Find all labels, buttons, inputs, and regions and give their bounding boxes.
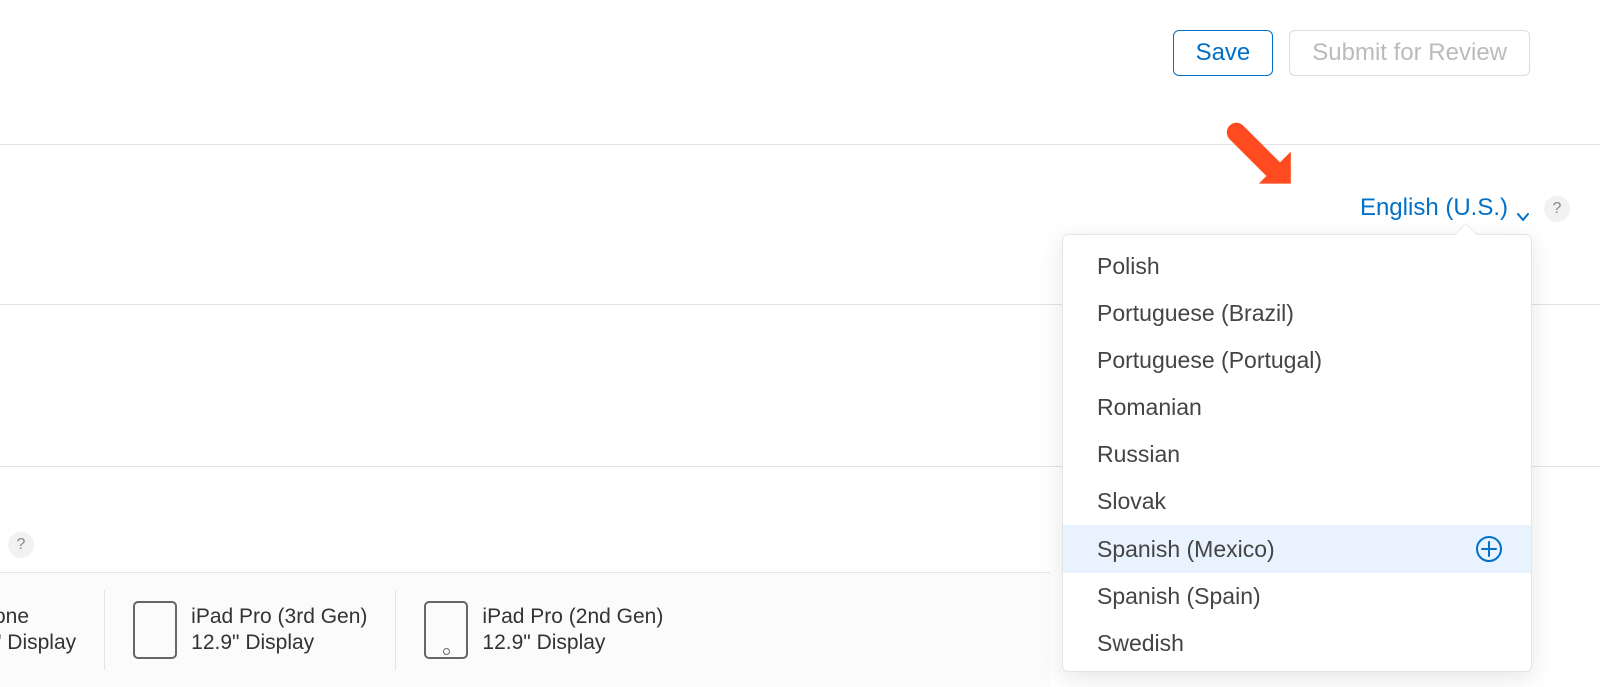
language-menu-item[interactable]: Spanish (Spain) (1063, 573, 1531, 620)
language-menu-item-label: Spanish (Spain) (1097, 583, 1261, 610)
device-tab[interactable]: iPad Pro (3rd Gen)12.9" Display (104, 590, 395, 670)
language-menu-item[interactable]: Spanish (Mexico) (1063, 525, 1531, 573)
annotation-arrow-icon (1222, 118, 1302, 198)
device-tab[interactable]: iPad Pro (2nd Gen)12.9" Display (395, 590, 691, 670)
language-menu-item-label: Portuguese (Brazil) (1097, 300, 1294, 327)
action-bar: Save Submit for Review (1173, 30, 1530, 76)
language-menu-item-label: Slovak (1097, 488, 1166, 515)
language-dropdown-menu[interactable]: Polish Portuguese (Brazil) Portuguese (Por… (1062, 234, 1532, 672)
language-menu-item[interactable]: Portuguese (Brazil) (1063, 290, 1531, 337)
language-menu-item[interactable]: Portuguese (Portugal) (1063, 337, 1531, 384)
device-label: iPad Pro (3rd Gen)12.9" Display (191, 604, 367, 657)
language-menu-item[interactable]: Russian (1063, 431, 1531, 478)
language-menu-item-label: Portuguese (Portugal) (1097, 347, 1322, 374)
language-menu-item[interactable]: Romanian (1063, 384, 1531, 431)
device-label: one" Display (0, 604, 76, 657)
section-divider (0, 144, 1600, 145)
language-menu-item[interactable]: Swedish (1063, 620, 1531, 667)
add-language-icon[interactable] (1475, 535, 1503, 563)
language-menu-item[interactable]: Polish (1063, 243, 1531, 290)
language-menu-item-label: Swedish (1097, 630, 1184, 657)
help-icon[interactable]: ? (1544, 196, 1570, 222)
device-label: iPad Pro (2nd Gen)12.9" Display (482, 604, 663, 657)
language-selector[interactable]: English (U.S.) (1360, 194, 1530, 222)
save-button[interactable]: Save (1173, 30, 1274, 76)
language-menu-item-label: Russian (1097, 441, 1180, 468)
language-menu-item[interactable]: Slovak (1063, 478, 1531, 525)
device-picker: one" Display iPad Pro (3rd Gen)12.9" Disp… (0, 572, 1050, 687)
chevron-down-icon (1516, 203, 1530, 217)
submit-for-review-button: Submit for Review (1289, 30, 1530, 76)
device-tab[interactable]: one" Display (0, 590, 104, 670)
device-icon (424, 601, 468, 659)
language-menu-item-label: Romanian (1097, 394, 1202, 421)
language-menu-item-label: Polish (1097, 253, 1160, 280)
language-selected-label: English (U.S.) (1360, 194, 1508, 222)
language-menu-item-label: Spanish (Mexico) (1097, 536, 1275, 563)
help-icon[interactable]: ? (8, 532, 34, 558)
device-icon (133, 601, 177, 659)
